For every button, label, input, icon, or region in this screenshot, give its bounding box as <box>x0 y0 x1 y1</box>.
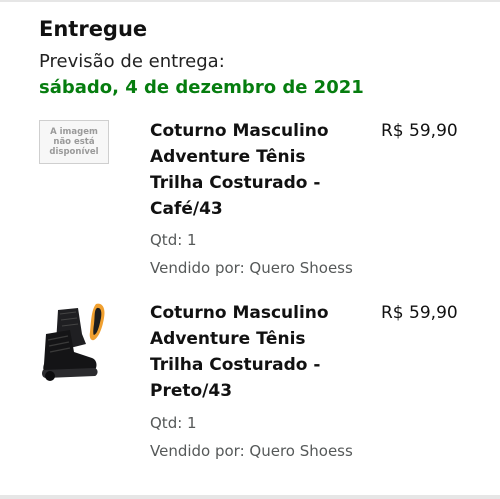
bottom-divider <box>0 495 500 499</box>
delivery-status: Entregue <box>39 17 148 41</box>
product-quantity: Qtd: 1 <box>150 231 197 249</box>
product-price: R$ 59,90 <box>381 121 458 141</box>
product-image-placeholder[interactable]: A imagem não está disponível <box>39 120 109 164</box>
product-title[interactable]: Coturno Masculino Adventure Tênis Trilha… <box>150 300 360 404</box>
product-seller: Vendido por: Quero Shoess <box>150 259 353 277</box>
order-item: A imagem não está disponível Coturno Mas… <box>0 118 500 288</box>
product-quantity: Qtd: 1 <box>150 414 197 432</box>
boot-product-icon[interactable] <box>36 300 118 382</box>
order-item: Coturno Masculino Adventure Tênis Trilha… <box>0 300 500 470</box>
product-seller: Vendido por: Quero Shoess <box>150 442 353 460</box>
product-title[interactable]: Coturno Masculino Adventure Tênis Trilha… <box>150 118 360 222</box>
top-divider <box>0 0 500 2</box>
delivery-forecast-label: Previsão de entrega: <box>39 51 225 72</box>
delivery-forecast-date: sábado, 4 de dezembro de 2021 <box>39 77 364 98</box>
product-price: R$ 59,90 <box>381 303 458 323</box>
